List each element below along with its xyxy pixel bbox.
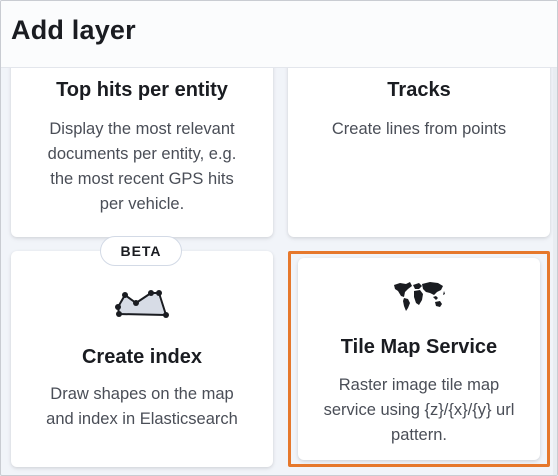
panel-header: Add layer	[1, 1, 557, 68]
card-description-line: documents per entity, e.g.	[47, 145, 237, 163]
card-description: Raster image tile map service using {z}/…	[304, 373, 534, 448]
card-description-line: Raster image tile map	[338, 376, 500, 394]
card-title: Top hits per entity	[56, 79, 228, 101]
layer-card-tracks[interactable]: Tracks Create lines from points	[288, 41, 550, 237]
beta-badge: BETA	[100, 236, 182, 266]
card-description: Display the most relevant documents per …	[25, 117, 259, 217]
card-description-line: and index in Elasticsearch	[46, 410, 238, 428]
scrollbar[interactable]	[553, 68, 557, 475]
card-description-line: Draw shapes on the map	[50, 385, 234, 403]
layer-card-tile-map-service[interactable]: Tile Map Service Raster image tile map s…	[298, 258, 540, 460]
draw-polygon-icon	[115, 290, 169, 318]
card-description-line: Display the most relevant	[49, 120, 235, 138]
card-title: Create index	[81, 346, 203, 368]
card-description-line: the most recent GPS hits	[50, 170, 234, 188]
layer-card-create-index[interactable]: Create index Draw shapes on the map and …	[11, 251, 273, 467]
card-description: Create lines from points	[302, 117, 536, 142]
card-description-line: per vehicle.	[99, 195, 185, 213]
card-title: Tracks	[387, 79, 451, 101]
card-description-line: service using {z}/{x}/{y} url	[323, 401, 515, 419]
layer-card-top-hits[interactable]: Top hits per entity Display the most rel…	[11, 41, 273, 237]
card-title: Tile Map Service	[340, 336, 498, 358]
card-description-line: pattern.	[391, 426, 447, 444]
card-description: Draw shapes on the map and index in Elas…	[25, 382, 259, 432]
world-map-icon	[394, 282, 445, 311]
add-layer-panel: Add layer Top hits per entity Display th…	[0, 0, 558, 476]
card-description-line: Create lines from points	[331, 120, 507, 138]
page-title: Add layer	[11, 15, 136, 45]
